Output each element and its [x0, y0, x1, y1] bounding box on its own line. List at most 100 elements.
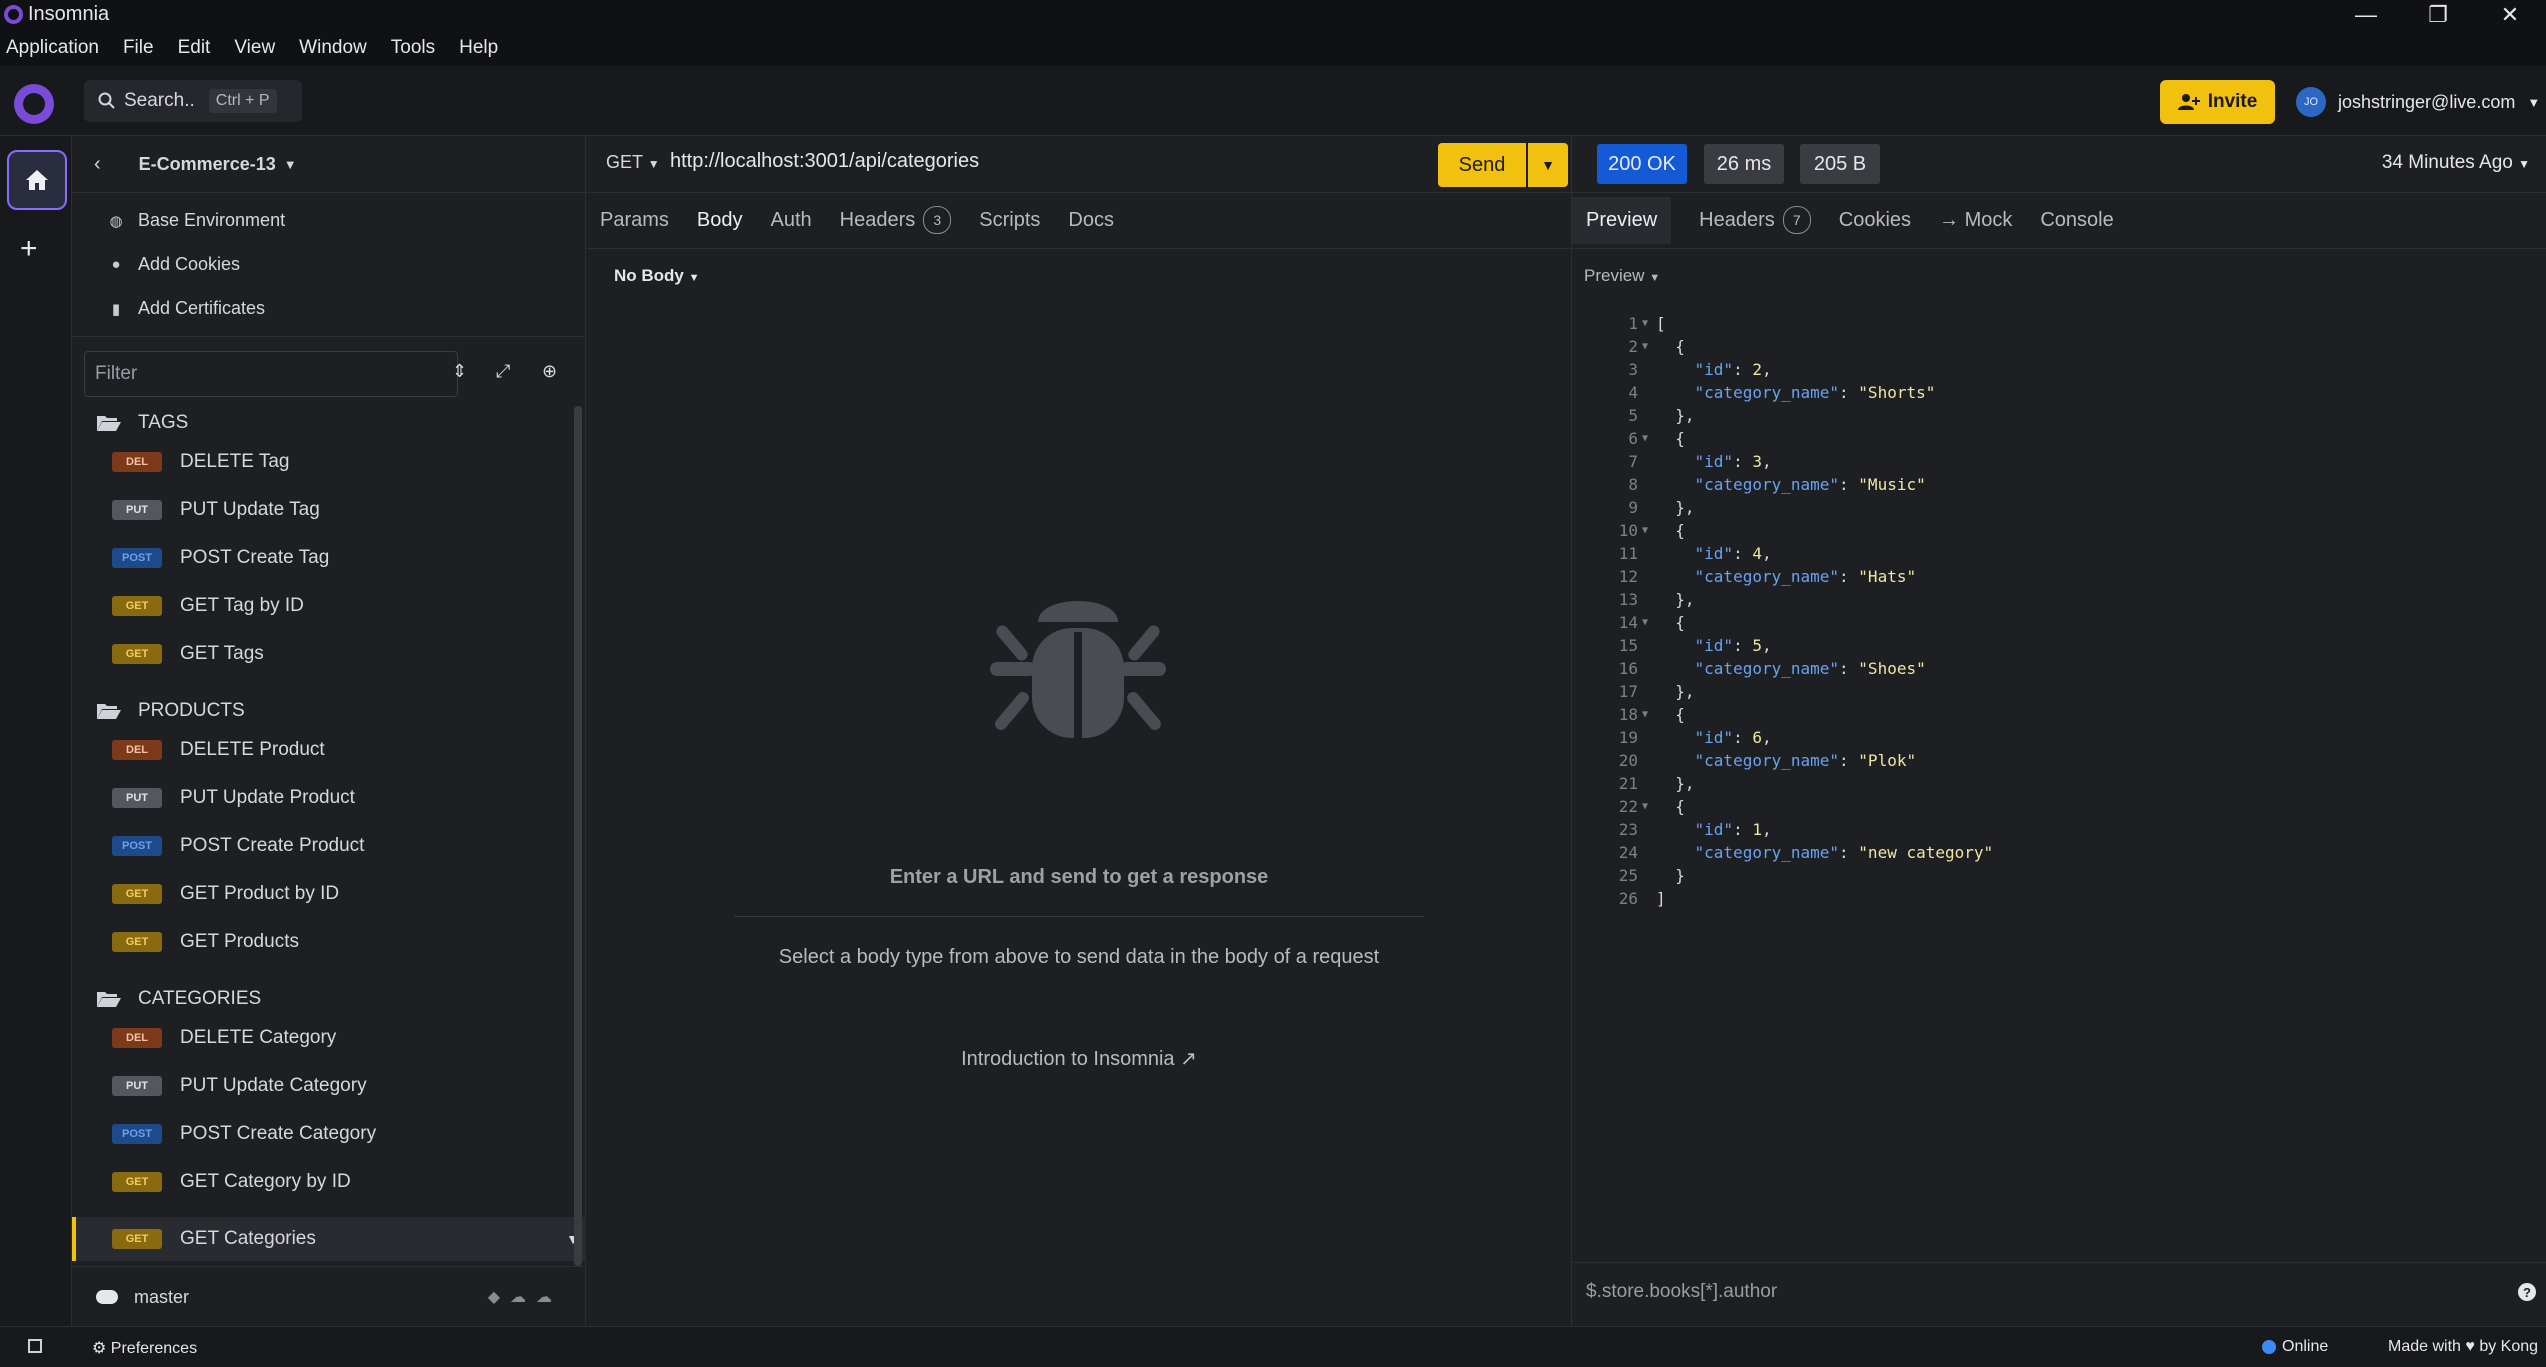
body-type-select[interactable]: No Body ▼	[614, 266, 700, 286]
fold-icon[interactable]: ▼	[1642, 341, 1656, 352]
git-sync-row[interactable]: master ◆☁☁	[72, 1266, 586, 1327]
cookie-icon: ●	[111, 256, 121, 273]
request-item[interactable]: POST POST Create Product	[112, 824, 572, 868]
code-line: 22 ▼ {	[1572, 795, 2546, 818]
fold-icon[interactable]: ▼	[1642, 525, 1656, 536]
invite-button[interactable]: Invite	[2160, 80, 2275, 124]
menu-edit[interactable]: Edit	[178, 37, 211, 59]
chevron-down-icon[interactable]: ▼	[284, 157, 297, 172]
response-filter-input[interactable]: $.store.books[*].author	[1586, 1281, 1777, 1303]
folder-categories[interactable]: CATEGORIES	[96, 988, 261, 1010]
response-body-viewer[interactable]: 1 ▼[2 ▼ {3 "id": 2, 4 "category_name": "Sho…	[1572, 312, 2546, 910]
tab-response-headers[interactable]: Headers 7	[1699, 206, 1811, 234]
maximize-button[interactable]: ❐	[2402, 0, 2474, 30]
request-item[interactable]: DEL DELETE Product	[112, 728, 572, 772]
tab-headers[interactable]: Headers 3	[840, 206, 952, 234]
sort-icon[interactable]: ⇕	[452, 361, 467, 382]
avatar: JO	[2296, 87, 2326, 117]
user-menu[interactable]: JO joshstringer@live.com ▼	[2296, 83, 2540, 121]
line-number: 23	[1618, 820, 1638, 839]
fold-icon[interactable]: ▼	[1642, 617, 1656, 628]
fold-icon[interactable]: ▼	[1642, 318, 1656, 329]
code-line: 7 "id": 3,	[1572, 450, 2546, 473]
tab-mock[interactable]: → Mock	[1939, 209, 2012, 232]
request-item[interactable]: GET GET Products	[112, 920, 572, 964]
toggle-sidebar-icon[interactable]	[28, 1339, 42, 1353]
code-text: },	[1656, 590, 1695, 609]
tab-docs[interactable]: Docs	[1068, 209, 1114, 232]
minimize-button[interactable]: —	[2330, 0, 2402, 30]
add-cookies-item[interactable]: ● Add Cookies	[108, 254, 240, 275]
menu-help[interactable]: Help	[459, 37, 498, 59]
fold-icon[interactable]: ▼	[1642, 433, 1656, 444]
tab-preview[interactable]: Preview	[1572, 196, 1672, 244]
menu-file[interactable]: File	[123, 37, 154, 59]
add-project-button[interactable]: +	[20, 232, 38, 266]
close-window-button[interactable]: ✕	[2474, 0, 2546, 30]
tab-body[interactable]: Body	[697, 209, 743, 232]
add-request-icon[interactable]: ⊕	[542, 361, 557, 382]
fold-icon[interactable]: ▼	[1642, 709, 1656, 720]
url-input[interactable]: http://localhost:3001/api/categories	[670, 150, 979, 173]
made-with-link[interactable]: Made with ♥ by Kong	[2388, 1338, 2538, 1356]
add-certificates-item[interactable]: ▮ Add Certificates	[108, 298, 265, 319]
sidebar-scrollbar[interactable]	[574, 406, 582, 1266]
intro-link[interactable]: Introduction to Insomnia ↗	[586, 1046, 1572, 1071]
send-options-button[interactable]: ▼	[1528, 143, 1568, 187]
tab-auth[interactable]: Auth	[771, 209, 812, 232]
code-text: [	[1656, 314, 1666, 333]
request-item[interactable]: POST POST Create Category	[112, 1112, 572, 1156]
request-item[interactable]: GET GET Category by ID	[112, 1160, 572, 1204]
base-environment-item[interactable]: ◍ Base Environment	[108, 210, 285, 231]
filter-input[interactable]	[84, 351, 458, 397]
folder-tags[interactable]: TAGS	[96, 412, 188, 434]
expand-icon[interactable]: ⤢	[496, 361, 510, 382]
request-label: GET Tag by ID	[180, 595, 304, 616]
chevron-down-icon: ▼	[2527, 94, 2541, 110]
bug-icon	[990, 601, 1166, 738]
tab-params[interactable]: Params	[600, 209, 669, 232]
history-dropdown[interactable]: 34 Minutes Ago ▼	[2382, 152, 2530, 174]
code-line: 11 "id": 4,	[1572, 542, 2546, 565]
tab-cookies[interactable]: Cookies	[1839, 209, 1911, 232]
request-item[interactable]: GET GET Tag by ID	[112, 584, 572, 628]
divider	[734, 916, 1424, 917]
request-item[interactable]: PUT PUT Update Product	[112, 776, 572, 820]
code-text: {	[1656, 797, 1685, 816]
project-name[interactable]: E-Commerce-13	[139, 154, 276, 175]
help-icon[interactable]: ?	[2518, 1283, 2536, 1301]
send-button[interactable]: Send	[1438, 143, 1526, 187]
home-button[interactable]	[7, 150, 67, 210]
code-line: 5 },	[1572, 404, 2546, 427]
insomnia-brand-icon[interactable]	[14, 84, 54, 124]
menu-tools[interactable]: Tools	[391, 37, 435, 59]
request-item[interactable]: DEL DELETE Tag	[112, 440, 572, 484]
request-item[interactable]: PUT PUT Update Category	[112, 1064, 572, 1108]
search-button[interactable]: Search.. Ctrl + P	[84, 80, 302, 122]
method-badge: GET	[112, 644, 162, 664]
menu-window[interactable]: Window	[299, 37, 367, 59]
request-item[interactable]: PUT PUT Update Tag	[112, 488, 572, 532]
preferences-button[interactable]: ⚙ Preferences	[92, 1338, 197, 1358]
preview-mode-select[interactable]: Preview ▼	[1584, 266, 1660, 286]
request-item[interactable]: DEL DELETE Category	[112, 1016, 572, 1060]
request-item[interactable]: POST POST Create Tag	[112, 536, 572, 580]
menu-application[interactable]: Application	[6, 37, 99, 59]
tab-console[interactable]: Console	[2040, 209, 2113, 232]
request-item[interactable]: GET GET Tags	[112, 632, 572, 676]
code-text: }	[1656, 866, 1685, 885]
request-item[interactable]: GET GET Product by ID	[112, 872, 572, 916]
empty-state-title: Enter a URL and send to get a response	[889, 866, 1269, 888]
menu-view[interactable]: View	[234, 37, 275, 59]
request-item-active[interactable]: GETGET Categories▼	[72, 1217, 610, 1261]
tab-scripts[interactable]: Scripts	[979, 209, 1040, 232]
folder-products[interactable]: PRODUCTS	[96, 700, 245, 722]
method-select[interactable]: GET ▼	[606, 152, 660, 173]
search-label: Search..	[124, 90, 195, 111]
sync-tools-icon[interactable]: ◆☁☁	[488, 1287, 562, 1307]
plus-icon: +	[20, 232, 38, 265]
tab-label: Headers	[1699, 208, 1775, 231]
back-arrow-icon[interactable]: ‹	[94, 153, 101, 176]
fold-icon[interactable]: ▼	[1642, 801, 1656, 812]
code-text: ]	[1656, 889, 1666, 908]
